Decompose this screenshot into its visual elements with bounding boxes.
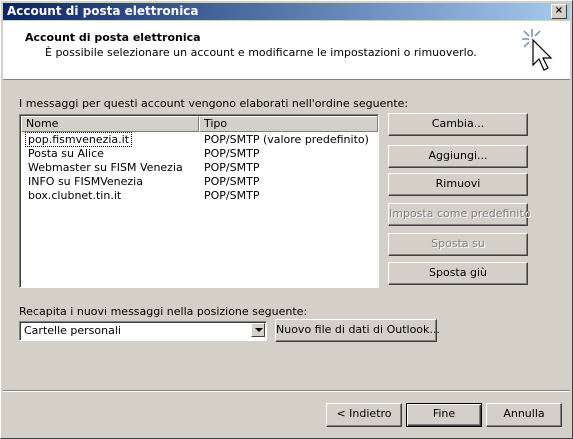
close-icon: × [554,5,564,16]
wizard-header: Account di posta elettronica È possibile… [3,21,570,80]
window-title: Account di posta elettronica [7,4,199,18]
account-row[interactable]: box.clubnet.tin.it POP/SMTP [21,189,377,203]
column-header-type[interactable]: Tipo [199,116,378,132]
delivery-location-select[interactable]: Cartelle personali [19,321,267,341]
close-button[interactable]: × [551,4,567,19]
chevron-down-icon[interactable] [251,323,265,337]
delivery-location-value: Cartelle personali [24,324,121,337]
add-button[interactable]: Aggiungi... [388,145,528,168]
cancel-button[interactable]: Annulla [486,403,562,427]
account-name: Posta su Alice [28,147,104,160]
change-button[interactable]: Cambia... [388,113,528,136]
account-name: pop.fismvenezia.it [24,132,133,147]
account-type: POP/SMTP [204,147,260,160]
accounts-list-label: I messaggi per questi account vengono el… [19,97,409,110]
footer-divider [3,390,570,392]
delivery-label: Recapita i nuovi messaggi nella posizion… [19,305,308,318]
column-header-name[interactable]: Nome [21,116,199,132]
back-button[interactable]: < Indietro [326,403,402,427]
wizard-cursor-icon [522,29,553,71]
account-type: POP/SMTP [204,175,260,188]
listview-header: Nome Tipo [21,116,378,132]
account-row[interactable]: INFO su FISMVenezia POP/SMTP [21,175,377,189]
set-default-button[interactable]: Imposta come predefinito [388,203,531,226]
accounts-listview[interactable]: Nome Tipo pop.fismvenezia.it POP/SMTP (v… [19,114,379,288]
account-type: POP/SMTP (valore predefinito) [204,133,369,146]
dialog-window: Account di posta elettronica × Account d… [0,0,573,439]
account-name: Webmaster su FISM Venezia [28,161,183,174]
account-name: INFO su FISMVenezia [28,175,143,188]
account-type: POP/SMTP [204,161,260,174]
move-up-button[interactable]: Sposta su [388,233,528,256]
title-bar[interactable]: Account di posta elettronica × [3,3,570,20]
account-row[interactable]: Posta su Alice POP/SMTP [21,147,377,161]
account-type: POP/SMTP [204,189,260,202]
move-down-button[interactable]: Sposta giù [388,262,528,285]
header-title: Account di posta elettronica [25,31,201,44]
remove-button[interactable]: Rimuovi [388,173,528,196]
account-name: box.clubnet.tin.it [28,189,122,202]
account-row[interactable]: Webmaster su FISM Venezia POP/SMTP [21,161,377,175]
finish-button[interactable]: Fine [406,403,482,427]
new-outlook-data-file-button[interactable]: Nuovo file di dati di Outlook... [275,319,440,342]
account-row[interactable]: pop.fismvenezia.it POP/SMTP (valore pred… [21,132,377,147]
header-subtitle: È possibile selezionare un account e mod… [45,46,477,59]
